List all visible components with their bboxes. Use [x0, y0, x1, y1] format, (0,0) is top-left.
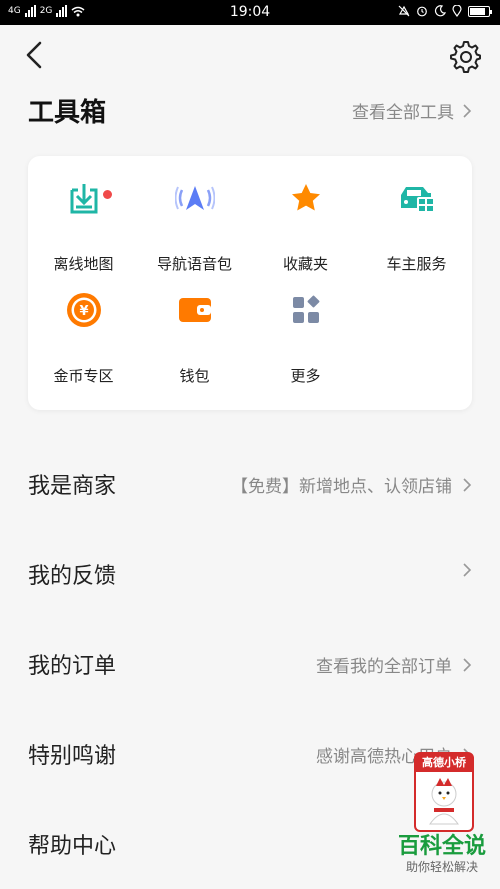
menu-subtitle-text: 查看我的全部订单	[316, 657, 452, 677]
svg-text:¥: ¥	[79, 304, 88, 319]
menu-title: 特别鸣谢	[28, 744, 117, 769]
tool-wallet[interactable]: 钱包	[139, 268, 250, 385]
tool-favorites[interactable]: 收藏夹	[250, 156, 361, 273]
view-all-label: 查看全部工具	[352, 103, 454, 123]
battery-level	[470, 7, 486, 15]
watermark-brand: 百科全说	[397, 834, 486, 859]
menu-subtitle-text: 【免费】新增地点、认领店铺	[231, 477, 452, 497]
tool-label: 钱包	[179, 367, 210, 385]
mascot-icon	[429, 778, 459, 825]
battery-icon	[468, 5, 492, 17]
chevron-right-icon	[463, 657, 472, 672]
more-grid-icon	[293, 295, 320, 323]
chevron-right-icon	[463, 563, 472, 577]
tool-car-service[interactable]: 车主服务	[361, 156, 472, 273]
toolbox-card: 离线地图 导航语音包 收藏夹 车主服务 ¥ 金币专区 钱包 更多	[28, 156, 472, 410]
tool-label: 金币专区	[53, 367, 114, 385]
watermark: 高德小桥 百科全说 助你轻松解决	[396, 752, 486, 877]
menu-title: 帮助中心	[28, 834, 117, 859]
tool-label: 车主服务	[386, 255, 447, 273]
watermark-badge-title: 高德小桥	[416, 754, 472, 772]
tool-voice-pack[interactable]: 导航语音包	[139, 156, 250, 273]
toolbox-title: 工具箱	[28, 98, 107, 128]
menu-title: 我是商家	[28, 474, 117, 499]
view-all-tools-link[interactable]: 查看全部工具	[352, 98, 472, 123]
car-service-icon	[401, 187, 434, 212]
status-icons	[398, 5, 492, 17]
gear-icon[interactable]	[448, 39, 482, 73]
menu-title: 我的订单	[28, 654, 117, 679]
tool-label: 更多	[290, 367, 321, 385]
tool-more[interactable]: 更多	[250, 268, 361, 385]
coin-icon: ¥	[67, 293, 101, 327]
alarm-icon	[417, 6, 427, 17]
menu-title: 我的反馈	[28, 564, 117, 589]
watermark-badge: 高德小桥	[414, 752, 474, 832]
wallet-icon	[179, 298, 211, 322]
toolbox-header: 工具箱 查看全部工具	[0, 85, 500, 135]
chevron-right-icon	[463, 103, 472, 118]
menu-subtitle: 查看我的全部订单	[316, 652, 472, 677]
watermark-slogan: 助你轻松解决	[405, 860, 478, 874]
top-bar	[0, 25, 500, 85]
menu-item-feedback[interactable]: 我的反馈	[0, 528, 500, 618]
location-icon	[452, 5, 462, 17]
star-icon	[292, 184, 320, 211]
notification-dot	[103, 190, 112, 199]
navigation-voice-icon	[175, 186, 215, 210]
status-bar: 4G 2G 19:04	[0, 0, 500, 25]
tool-offline-map[interactable]: 离线地图	[28, 156, 139, 273]
tool-coins[interactable]: ¥ 金币专区	[28, 268, 139, 385]
mute-icon	[398, 5, 410, 17]
menu-item-merchant[interactable]: 我是商家 【免费】新增地点、认领店铺	[0, 438, 500, 528]
moon-icon	[434, 5, 446, 17]
back-icon[interactable]	[20, 39, 50, 71]
download-map-icon	[70, 184, 98, 214]
menu-item-orders[interactable]: 我的订单 查看我的全部订单	[0, 618, 500, 708]
chevron-right-icon	[463, 477, 472, 492]
menu-subtitle: 【免费】新增地点、认领店铺	[231, 472, 472, 497]
menu-subtitle	[452, 562, 472, 578]
